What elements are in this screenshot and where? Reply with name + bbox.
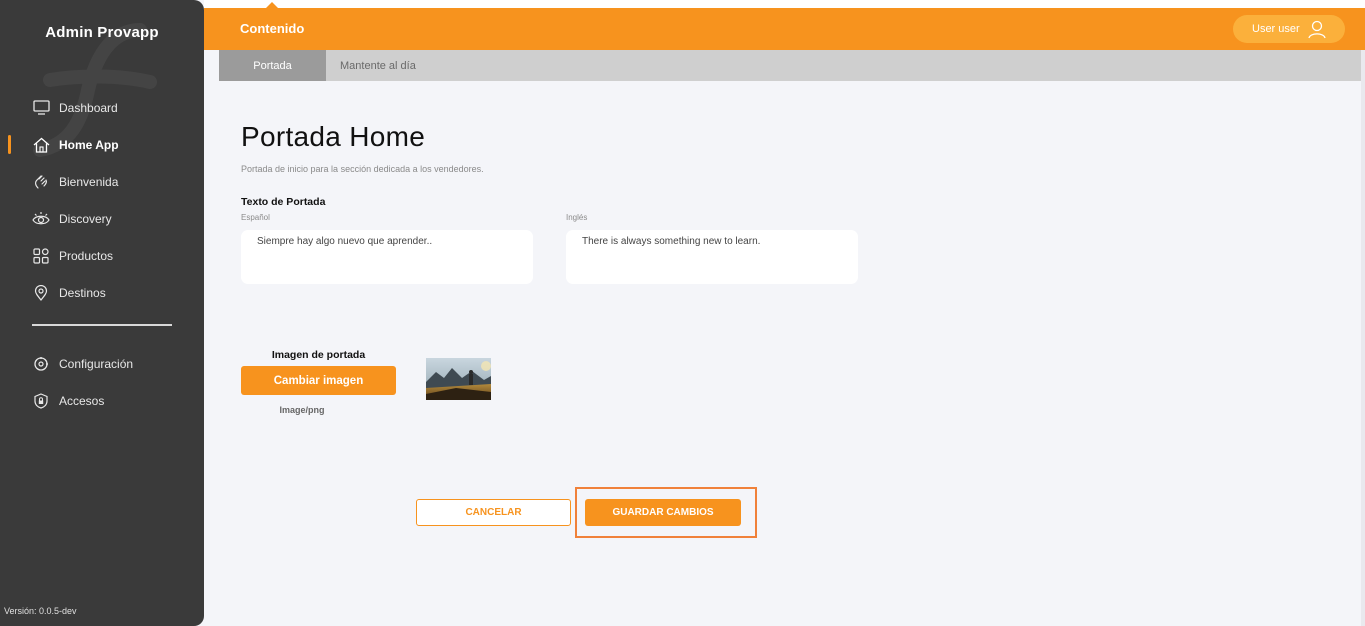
sidebar-item-home-app[interactable]: Home App <box>0 126 204 163</box>
sidebar-item-label: Bienvenida <box>59 174 119 189</box>
sidebar-item-accesos[interactable]: Accesos <box>0 382 204 419</box>
header-title: Contenido <box>240 21 305 36</box>
sidebar-nav: Dashboard Home App Bienvenida Discovery … <box>0 89 204 419</box>
top-header: Contenido User user <box>204 2 1365 50</box>
sidebar-divider <box>32 324 172 326</box>
image-section-label: Imagen de portada <box>271 349 366 361</box>
cover-image-thumbnail <box>426 358 491 400</box>
sidebar-item-productos[interactable]: Productos <box>0 237 204 274</box>
wave-hand-icon <box>32 173 50 191</box>
sidebar-item-destinos[interactable]: Destinos <box>0 274 204 311</box>
sidebar-item-label: Destinos <box>59 285 106 300</box>
grid-icon <box>32 247 50 265</box>
cancel-button[interactable]: CANCELAR <box>416 499 571 526</box>
top-strip <box>204 0 1365 8</box>
save-changes-button[interactable]: GUARDAR CAMBIOS <box>585 499 741 526</box>
user-icon <box>1308 20 1326 39</box>
tab-mantente-al-dia[interactable]: Mantente al día <box>326 50 430 81</box>
sidebar-item-label: Home App <box>59 137 119 152</box>
sidebar-item-label: Productos <box>59 248 114 263</box>
content-tabs: Portada Mantente al día <box>219 50 1365 81</box>
sidebar-item-label: Accesos <box>59 393 105 408</box>
spanish-text-input[interactable] <box>241 230 533 284</box>
tab-portada[interactable]: Portada <box>219 50 326 81</box>
sidebar-item-discovery[interactable]: Discovery <box>0 200 204 237</box>
user-name: User user <box>1252 23 1300 35</box>
sidebar-item-dashboard[interactable]: Dashboard <box>0 89 204 126</box>
page-scrollbar[interactable] <box>1361 50 1365 626</box>
user-menu-button[interactable]: User user <box>1233 15 1345 43</box>
app-version: Versión: 0.0.5-dev <box>4 606 77 616</box>
spanish-field-label: Español <box>241 213 270 222</box>
app-brand: Admin Provapp <box>45 24 159 41</box>
eye-icon <box>32 210 50 228</box>
page-title: Portada Home <box>241 121 426 152</box>
image-type-label: Image/png <box>279 405 325 415</box>
page-subtitle: Portada de inicio para la sección dedica… <box>241 164 484 174</box>
sidebar-item-label: Dashboard <box>59 100 118 115</box>
gear-icon <box>32 355 50 373</box>
english-text-input[interactable] <box>566 230 858 284</box>
monitor-icon <box>32 99 50 117</box>
shield-lock-icon <box>32 392 50 410</box>
header-notch <box>266 2 278 8</box>
sidebar-item-bienvenida[interactable]: Bienvenida <box>0 163 204 200</box>
location-pin-icon <box>32 284 50 302</box>
change-image-button[interactable]: Cambiar imagen <box>241 366 396 395</box>
english-field-label: Inglés <box>566 213 588 222</box>
sidebar-item-label: Configuración <box>59 356 134 371</box>
home-icon <box>32 136 50 154</box>
sidebar-item-label: Discovery <box>59 211 112 226</box>
sidebar: Admin Provapp Dashboard Home App Bienven… <box>0 0 204 626</box>
section-label-texto-portada: Texto de Portada <box>241 196 326 208</box>
sidebar-item-configuracion[interactable]: Configuración <box>0 345 204 382</box>
